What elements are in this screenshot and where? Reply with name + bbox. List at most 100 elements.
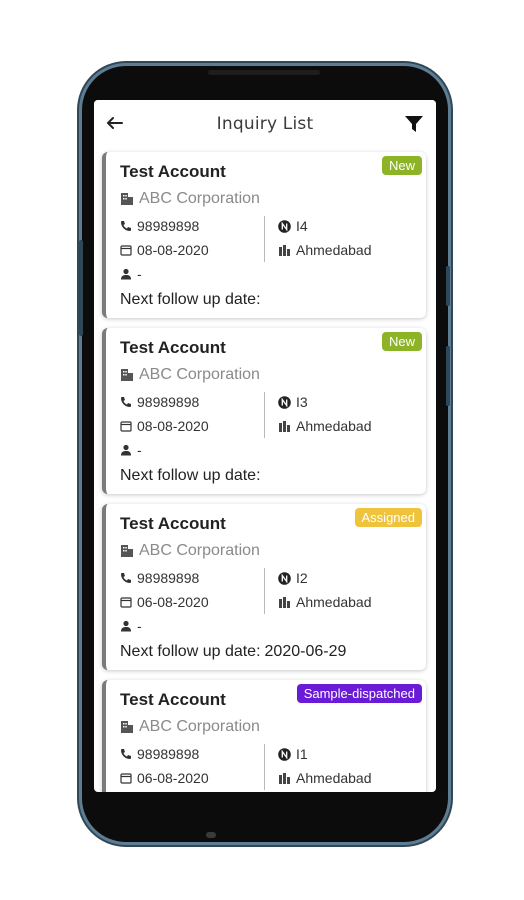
- company-row: ABC Corporation: [120, 542, 260, 560]
- city-row: Ahmedabad: [278, 242, 372, 258]
- inquiry-id: I4: [296, 218, 308, 234]
- inquiry-title: Test Account: [120, 514, 226, 533]
- phone-number[interactable]: 98989898: [137, 570, 199, 586]
- date-row: 08-08-2020: [120, 418, 209, 434]
- inquiry-card[interactable]: Test Account New ABC Corporation 98989898 08…: [102, 328, 426, 494]
- assigned-user: -: [137, 442, 142, 458]
- city-row: Ahmedabad: [278, 770, 372, 786]
- date-row: 08-08-2020: [120, 242, 209, 258]
- city-name: Ahmedabad: [296, 770, 372, 786]
- inquiry-date: 06-08-2020: [137, 594, 209, 610]
- card-divider: [264, 744, 265, 790]
- calendar-icon: [120, 421, 132, 432]
- assigned-user-row: -: [120, 442, 142, 458]
- calendar-icon: [120, 597, 132, 608]
- phone-row: 98989898: [120, 394, 199, 410]
- volume-button: [79, 240, 83, 336]
- phone-top-bezel: [94, 74, 436, 100]
- phone-number[interactable]: 98989898: [137, 394, 199, 410]
- inquiry-card[interactable]: Test Account New ABC Corporation 98989898 08…: [102, 152, 426, 318]
- inquiry-card[interactable]: Test Account Assigned ABC Corporation 98989…: [102, 504, 426, 670]
- number-badge-icon: [278, 219, 291, 233]
- company-name: ABC Corporation: [139, 718, 260, 735]
- city-icon: [279, 597, 290, 608]
- side-button: [446, 346, 450, 406]
- city-row: Ahmedabad: [278, 594, 372, 610]
- phone-bottom-mic: [206, 832, 216, 838]
- inquiry-date: 06-08-2020: [137, 770, 209, 786]
- city-row: Ahmedabad: [278, 418, 372, 434]
- assigned-user-row: -: [120, 266, 142, 282]
- follow-up-label: Next follow up date:: [120, 643, 261, 660]
- filter-icon: [405, 116, 423, 132]
- city-icon: [279, 245, 290, 256]
- phone-number[interactable]: 98989898: [137, 746, 199, 762]
- inquiry-card[interactable]: Test Account Sample-dispatched ABC Corpora…: [102, 680, 426, 792]
- follow-up-label: Next follow up date:: [120, 467, 261, 484]
- follow-up-label: Next follow up date:: [120, 291, 261, 308]
- assigned-user-row: -: [120, 618, 142, 634]
- company-name: ABC Corporation: [139, 366, 260, 383]
- inquiry-id: I2: [296, 570, 308, 586]
- next-follow-up: Next follow up date: 2020-06-29: [120, 643, 346, 661]
- inquiry-title: Test Account: [120, 338, 226, 357]
- city-icon: [279, 421, 290, 432]
- inquiry-date: 08-08-2020: [137, 242, 209, 258]
- app-bar: Inquiry List: [94, 100, 436, 150]
- inquiry-id-row: I2: [278, 570, 308, 586]
- inquiry-id: I1: [296, 746, 308, 762]
- calendar-icon: [120, 245, 132, 256]
- phone-row: 98989898: [120, 570, 199, 586]
- building-icon: [121, 545, 133, 557]
- filter-button[interactable]: [404, 114, 424, 134]
- inquiry-list[interactable]: Test Account New ABC Corporation 98989898 08…: [102, 152, 426, 792]
- status-badge: Sample-dispatched: [296, 684, 422, 703]
- building-icon: [121, 193, 133, 205]
- date-row: 06-08-2020: [120, 594, 209, 610]
- inquiry-id-row: I1: [278, 746, 308, 762]
- inquiry-title: Test Account: [120, 162, 226, 181]
- next-follow-up: Next follow up date:: [120, 467, 265, 485]
- app-screen: Inquiry List Test Account New ABC Corporat…: [94, 100, 436, 792]
- city-icon: [279, 773, 290, 784]
- card-divider: [264, 216, 265, 262]
- phone-icon: [121, 749, 131, 759]
- company-name: ABC Corporation: [139, 542, 260, 559]
- company-row: ABC Corporation: [120, 718, 260, 736]
- next-follow-up: Next follow up date:: [120, 291, 265, 309]
- assigned-user: -: [137, 266, 142, 282]
- calendar-icon: [120, 773, 132, 784]
- assigned-user: -: [137, 618, 142, 634]
- card-divider: [264, 392, 265, 438]
- inquiry-id-row: I4: [278, 218, 308, 234]
- phone-icon: [121, 573, 131, 583]
- company-row: ABC Corporation: [120, 190, 260, 208]
- company-row: ABC Corporation: [120, 366, 260, 384]
- company-name: ABC Corporation: [139, 190, 260, 207]
- power-button: [446, 266, 450, 306]
- phone-speaker: [208, 70, 320, 75]
- card-divider: [264, 568, 265, 614]
- inquiry-id: I3: [296, 394, 308, 410]
- inquiry-title: Test Account: [120, 690, 226, 709]
- number-badge-icon: [278, 747, 291, 761]
- phone-row: 98989898: [120, 218, 199, 234]
- phone-row: 98989898: [120, 746, 199, 762]
- city-name: Ahmedabad: [296, 242, 372, 258]
- follow-up-date: 2020-06-29: [264, 643, 347, 660]
- page-title: Inquiry List: [216, 114, 314, 134]
- inquiry-date: 08-08-2020: [137, 418, 209, 434]
- status-badge: Assigned: [354, 508, 422, 527]
- user-icon: [121, 268, 131, 280]
- building-icon: [121, 721, 133, 733]
- city-name: Ahmedabad: [296, 594, 372, 610]
- phone-icon: [121, 397, 131, 407]
- phone-icon: [121, 221, 131, 231]
- user-icon: [121, 620, 131, 632]
- date-row: 06-08-2020: [120, 770, 209, 786]
- number-badge-icon: [278, 571, 291, 585]
- phone-number[interactable]: 98989898: [137, 218, 199, 234]
- status-badge: New: [381, 332, 422, 351]
- user-icon: [121, 444, 131, 456]
- city-name: Ahmedabad: [296, 418, 372, 434]
